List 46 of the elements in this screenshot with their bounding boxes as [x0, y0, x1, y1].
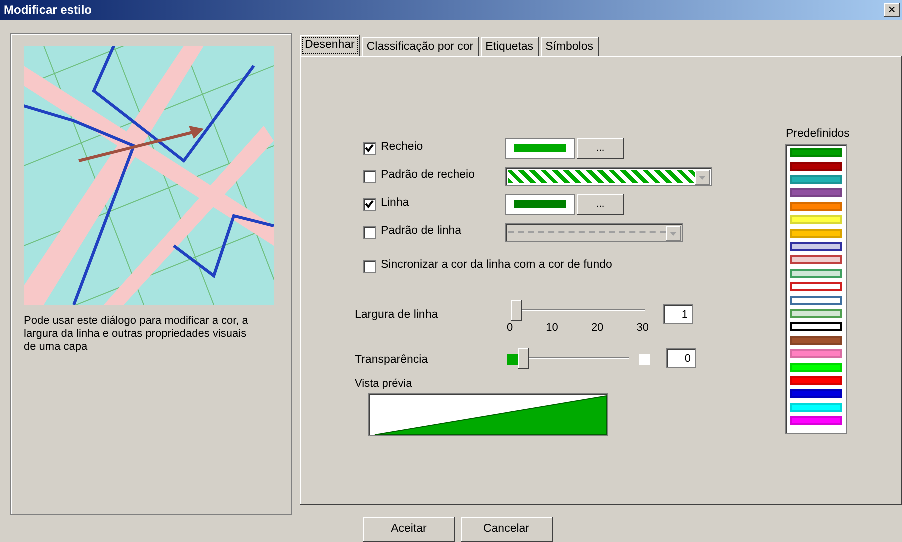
checkbox[interactable] — [363, 260, 376, 272]
value-field[interactable]: 0 — [666, 348, 696, 368]
color-swatch — [507, 354, 518, 365]
description-text: Pode usar este diálogo para modificar a cor, a largura da linha e outras propriedades visuais de uma capa — [24, 315, 250, 354]
slider-label: Largura de linha — [355, 308, 440, 323]
tab[interactable]: Símbolos — [540, 37, 598, 56]
browse-button[interactable]: ... — [577, 138, 624, 158]
tab[interactable]: Desenhar — [300, 35, 360, 56]
color-preset[interactable] — [790, 308, 842, 318]
color-swatch[interactable] — [505, 138, 575, 158]
tick-label: 20 — [591, 322, 604, 334]
preview-label: Vista prévia — [355, 377, 414, 392]
color-preset[interactable] — [790, 322, 842, 332]
color-preset[interactable] — [790, 242, 842, 251]
slider-thumb[interactable] — [518, 348, 529, 369]
color-preset[interactable] — [790, 282, 842, 292]
checkbox[interactable] — [363, 226, 376, 238]
line-pattern-dropdown[interactable] — [505, 222, 683, 242]
window-title: Modificar estilo — [4, 2, 92, 19]
checkbox[interactable] — [363, 142, 376, 154]
tick-label: 0 — [507, 322, 514, 334]
dialog-button[interactable]: Aceitar — [363, 517, 455, 542]
tick-label: 30 — [636, 322, 649, 334]
tab[interactable]: Classificação por cor — [362, 37, 479, 56]
dialog-button[interactable]: Cancelar — [460, 517, 552, 542]
presets-label: Predefinidos — [786, 127, 850, 142]
checkbox-label[interactable]: Linha — [381, 195, 505, 213]
color-preset[interactable] — [790, 296, 842, 305]
checkbox[interactable] — [363, 170, 376, 182]
color-preset[interactable] — [790, 268, 842, 278]
color-swatch — [639, 354, 650, 365]
tab[interactable]: Etiquetas — [480, 37, 539, 56]
checkbox-label[interactable]: Sincronizar a cor da linha com a cor de fundo — [381, 257, 612, 275]
close-button[interactable]: × — [884, 3, 900, 17]
fill-pattern-dropdown[interactable] — [505, 166, 712, 186]
slider-thumb[interactable] — [511, 300, 522, 321]
checkbox-label[interactable]: Padrão de recheio — [381, 167, 505, 185]
slider-label: Transparência — [355, 353, 430, 368]
checkbox[interactable] — [363, 198, 376, 210]
checkbox-label[interactable]: Padrão de linha — [381, 223, 505, 241]
tick-label: 10 — [546, 322, 558, 334]
color-preset[interactable] — [790, 255, 842, 264]
browse-button[interactable]: ... — [577, 194, 624, 214]
color-swatch[interactable] — [505, 194, 575, 214]
checkbox-label[interactable]: Recheio — [381, 139, 505, 157]
value-field[interactable]: 1 — [663, 304, 693, 324]
